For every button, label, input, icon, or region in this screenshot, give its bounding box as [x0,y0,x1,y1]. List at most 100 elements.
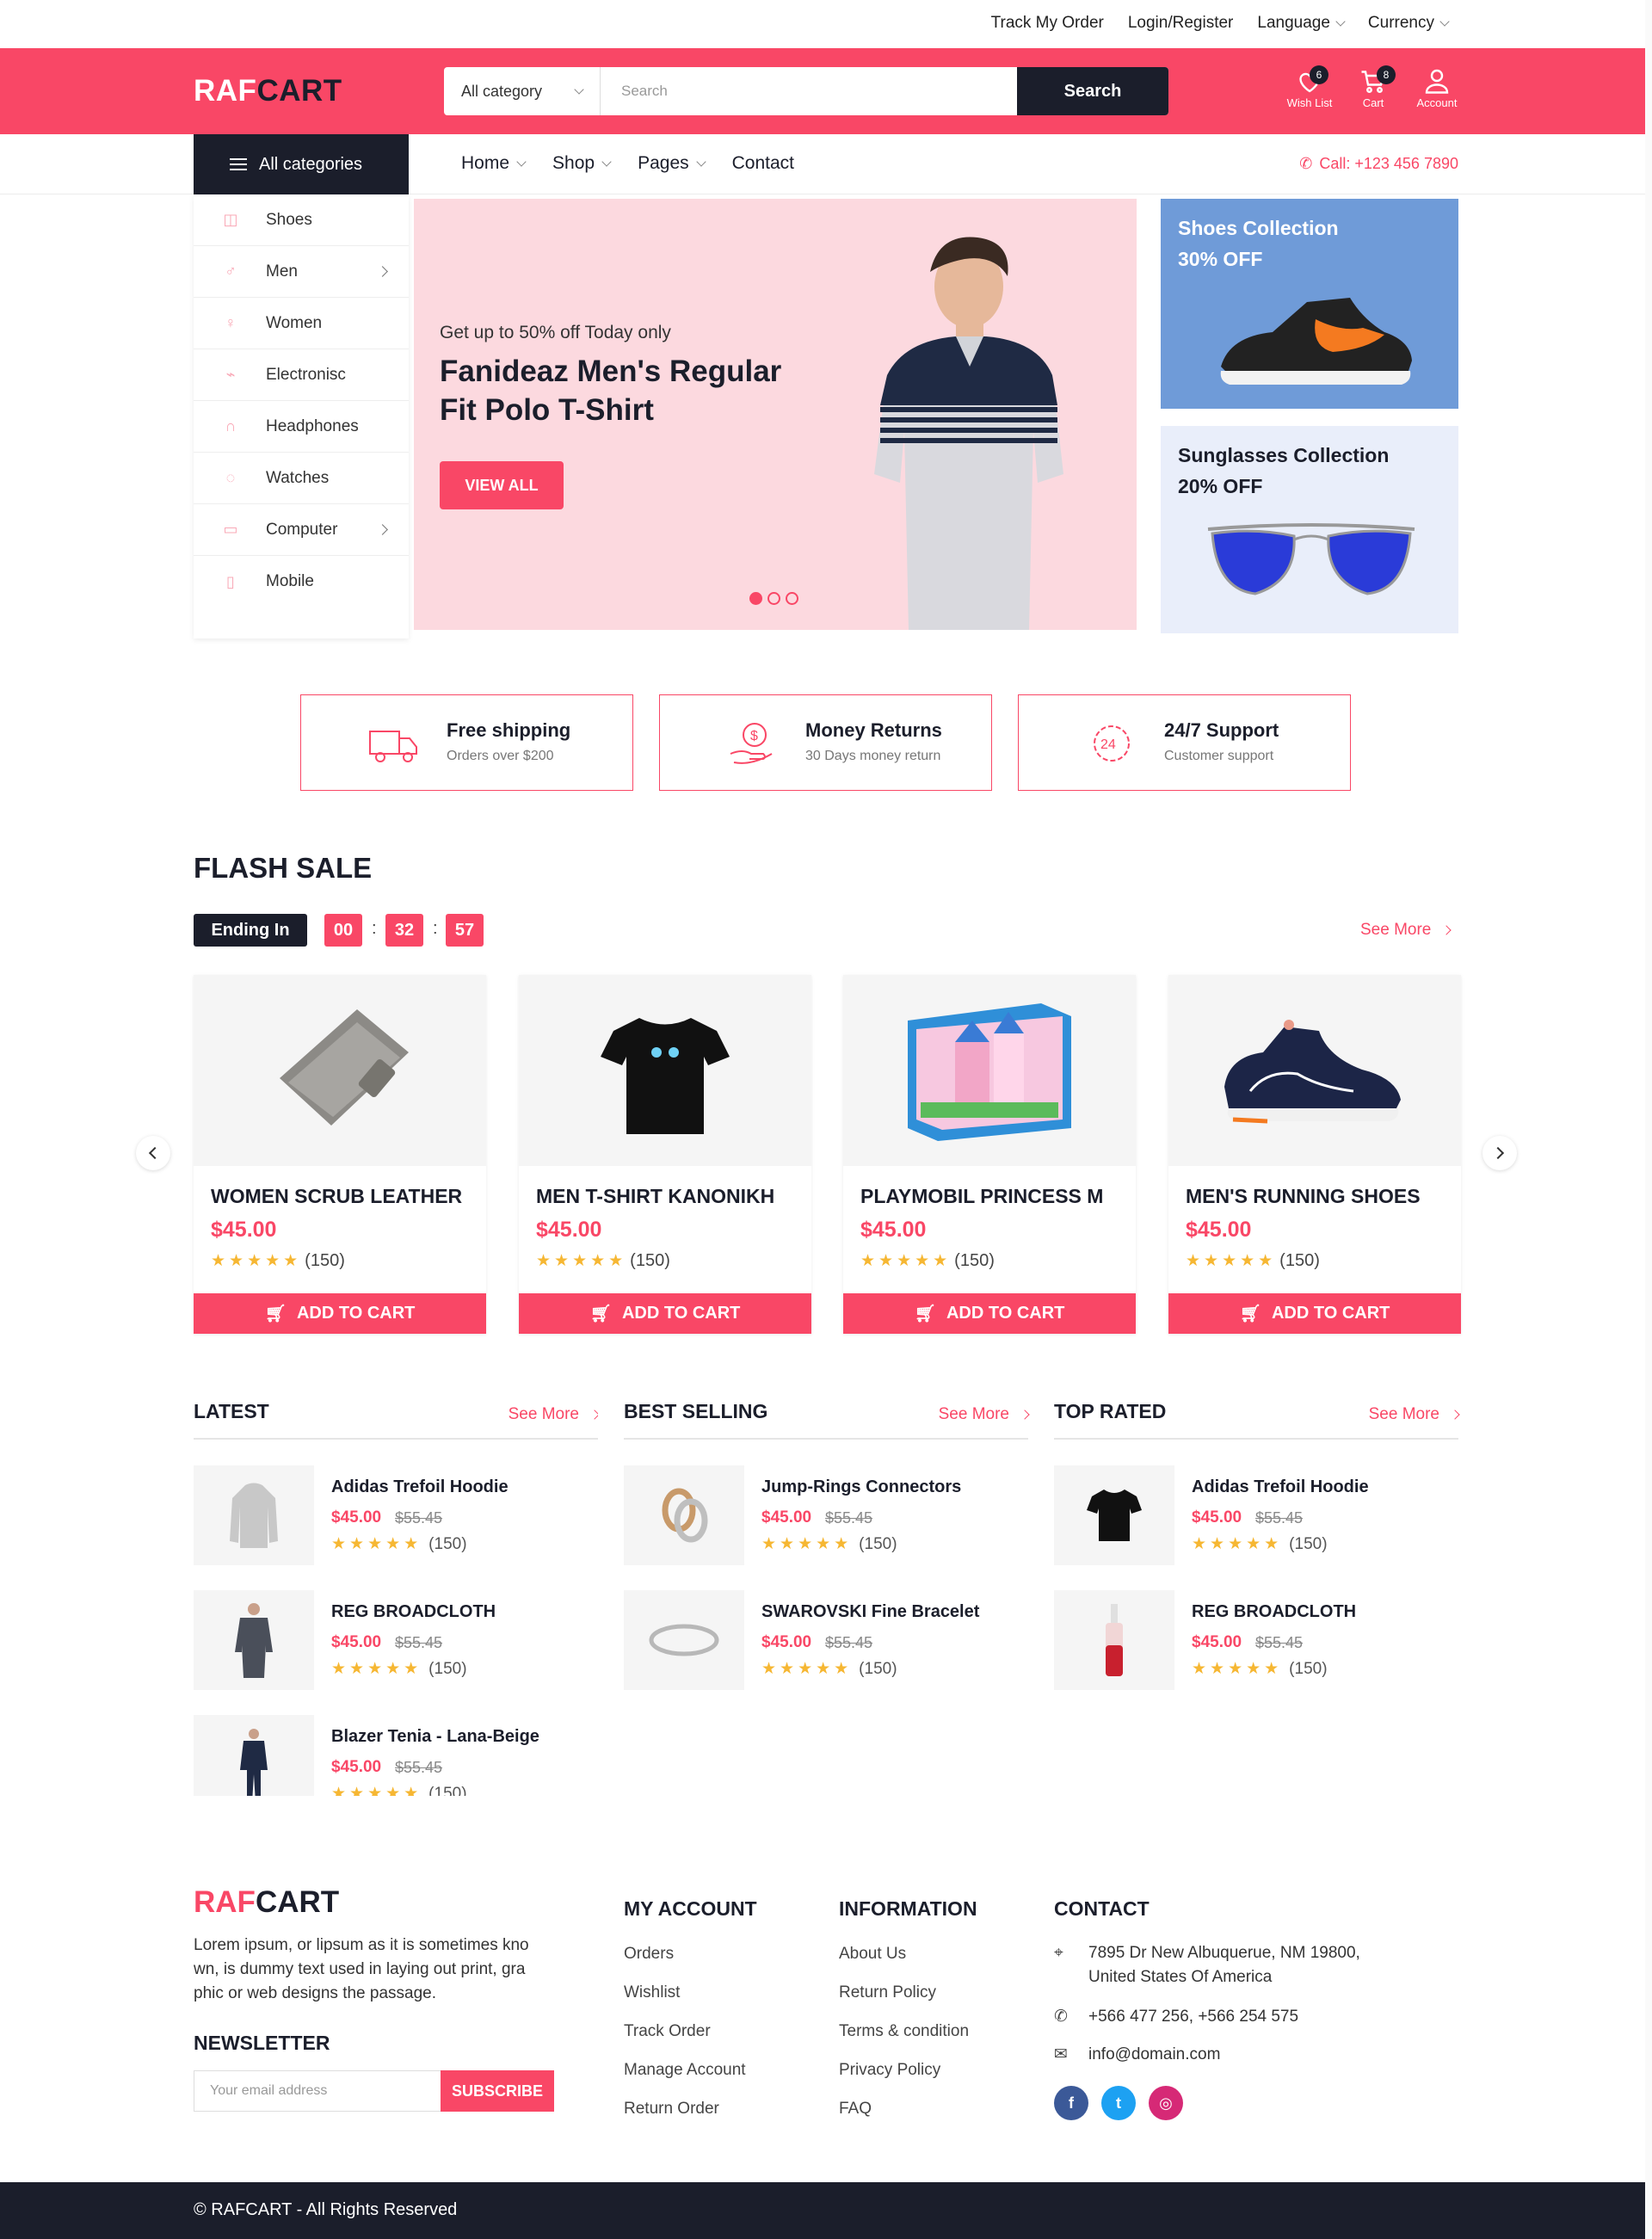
add-to-cart-button[interactable]: 🛒︎ ADD TO CART [843,1293,1136,1334]
carousel-dot[interactable] [767,592,780,605]
cart-label: Cart [1362,96,1384,109]
all-categories-button[interactable]: All categories [194,134,409,194]
add-to-cart-button[interactable]: 🛒︎ ADD TO CART [194,1293,486,1334]
nav-shop[interactable]: Shop [552,153,612,174]
cart-button[interactable]: 8 Cart [1354,65,1396,109]
site-logo[interactable]: RAFCART [194,74,342,108]
sidebar-item-women[interactable]: ♀ Women [194,298,409,349]
nav-shop-label: Shop [552,153,595,173]
sidebar-item-men[interactable]: ♂ Men [194,246,409,298]
sidebar-item-shoes[interactable]: ◫ Shoes [194,194,409,246]
list-item[interactable]: Blazer Tenia - Lana-Beige $45.00 $55.45 … [194,1715,598,1796]
page-scrollbar[interactable] [1645,0,1652,2239]
login-register-link[interactable]: Login/Register [1128,14,1234,33]
footer-link-return-order[interactable]: Return Order [624,2100,719,2119]
old-price: $55.45 [825,1509,873,1527]
product-card[interactable]: MEN T-SHIRT KANONIKH $45.00 ★★★★★ (150) 🛒… [519,975,811,1334]
carousel-next-button[interactable] [1482,1136,1517,1170]
add-to-cart-label: ADD TO CART [946,1304,1065,1323]
footer-link-terms[interactable]: Terms & condition [839,2022,969,2041]
footer-link-track-order[interactable]: Track Order [624,2022,711,2041]
search-input[interactable]: Search [601,67,1017,115]
top-bar: Track My Order Login/Register Language C… [0,0,1652,48]
logo-part-a: RAF [194,74,257,108]
call-link[interactable]: ✆ Call: +123 456 7890 [1299,155,1458,173]
contact-email[interactable]: ✉ info@domain.com [1054,2043,1220,2067]
product-name: Adidas Trefoil Hoodie [331,1477,509,1496]
sidebar-item-mobile[interactable]: ▯ Mobile [194,556,409,608]
list-item[interactable]: Adidas Trefoil Hoodie $45.00 $55.45 ★★★★… [1054,1465,1458,1565]
shirt-model-image [235,1603,273,1678]
carousel-dot[interactable] [786,592,798,605]
sidebar-item-headphones[interactable]: ∩ Headphones [194,401,409,453]
sidebar-item-electronics[interactable]: ⌁ Electronisc [194,349,409,401]
wishlist-button[interactable]: 6 Wish List [1282,65,1337,109]
category-select[interactable]: All category [444,67,601,115]
best-selling-see-more-link[interactable]: See More [939,1405,1030,1424]
footer-link-privacy[interactable]: Privacy Policy [839,2061,940,2080]
footer-link-faq[interactable]: FAQ [839,2100,872,2119]
nav-home[interactable]: Home [461,153,527,174]
footer-logo[interactable]: RAFCART [194,1885,339,1920]
product-name[interactable]: PLAYMOBIL PRINCESS M [860,1185,1103,1208]
add-to-cart-button[interactable]: 🛒︎ ADD TO CART [519,1293,811,1334]
cart-icon: 🛒︎ [914,1305,936,1323]
review-count: (150) [859,1534,897,1553]
product-card[interactable]: WOMEN SCRUB LEATHER $45.00 ★★★★★ (150) 🛒︎… [194,975,486,1334]
phone-icon: ✆ [1054,2008,1068,2026]
product-rating: ★★★★★ (150) [331,1659,467,1679]
product-card[interactable]: PLAYMOBIL PRINCESS M $45.00 ★★★★★ (150) 🛒… [843,975,1136,1334]
service-subtitle: Customer support [1164,749,1274,763]
list-item[interactable]: REG BROADCLOTH $45.00 $55.45 ★★★★★ (150) [194,1590,598,1690]
sidebar-item-label: Women [266,313,323,332]
product-name[interactable]: MEN T-SHIRT KANONIKH [536,1185,774,1208]
product-rating: ★★★★★ (150) [331,1534,467,1554]
see-more-label: See More [1368,1405,1439,1423]
sidebar-item-watches[interactable]: ◌ Watches [194,453,409,504]
top-rated-see-more-link[interactable]: See More [1368,1405,1460,1424]
list-item[interactable]: Adidas Trefoil Hoodie $45.00 $55.45 ★★★★… [194,1465,598,1565]
subscribe-button[interactable]: SUBSCRIBE [441,2070,554,2112]
footer-link-manage-account[interactable]: Manage Account [624,2061,746,2080]
instagram-icon[interactable]: ◎ [1149,2086,1183,2120]
footer-link-orders[interactable]: Orders [624,1945,674,1964]
product-name[interactable]: MEN'S RUNNING SHOES [1186,1185,1421,1208]
account-button[interactable]: Account [1409,65,1464,109]
nav-pages[interactable]: Pages [638,153,706,174]
star-rating-icons: ★★★★★ [331,1785,422,1796]
footer-link-return-policy[interactable]: Return Policy [839,1983,936,2002]
review-count: (150) [428,1659,467,1678]
product-card[interactable]: MEN'S RUNNING SHOES $45.00 ★★★★★ (150) 🛒︎… [1168,975,1461,1334]
sidebar-item-label: Headphones [266,416,359,435]
sunglasses-image [1207,523,1415,595]
twitter-icon[interactable]: t [1101,2086,1136,2120]
list-item[interactable]: Jump-Rings Connectors $45.00 $55.45 ★★★★… [624,1465,1028,1565]
flash-see-more-link[interactable]: See More [1360,921,1452,940]
track-order-link[interactable]: Track My Order [991,14,1104,33]
newsletter-email-input[interactable]: Your email address [194,2070,441,2112]
search-button[interactable]: Search [1017,67,1168,115]
add-to-cart-button[interactable]: 🛒︎ ADD TO CART [1168,1293,1461,1334]
footer-link-about-us[interactable]: About Us [839,1945,906,1964]
toy-box-image [908,1003,1071,1141]
sidebar-item-computer[interactable]: ▭ Computer [194,504,409,556]
view-all-button[interactable]: VIEW ALL [440,461,564,509]
chevron-right-icon [377,266,388,277]
product-name[interactable]: WOMEN SCRUB LEATHER [211,1185,462,1208]
promo-shoes[interactable]: Shoes Collection 30% OFF [1161,199,1458,409]
promo-sunglasses[interactable]: Sunglasses Collection 20% OFF [1161,426,1458,633]
star-rating-icons: ★★★★★ [536,1252,627,1270]
list-item[interactable]: SWAROVSKI Fine Bracelet $45.00 $55.45 ★★… [624,1590,1028,1690]
currency-dropdown[interactable]: Currency [1368,14,1450,33]
latest-see-more-link[interactable]: See More [509,1405,598,1424]
facebook-icon[interactable]: f [1054,2086,1088,2120]
product-rating: ★★★★★ (150) [761,1534,897,1554]
footer-link-wishlist[interactable]: Wishlist [624,1983,680,2002]
carousel-prev-button[interactable] [136,1136,170,1170]
nav-contact[interactable]: Contact [732,153,794,174]
chevron-right-icon [1491,1146,1505,1160]
add-to-cart-label: ADD TO CART [621,1304,741,1323]
list-item[interactable]: REG BROADCLOTH $45.00 $55.45 ★★★★★ (150) [1054,1590,1458,1690]
language-dropdown[interactable]: Language [1257,14,1346,33]
carousel-dot[interactable] [749,592,762,605]
